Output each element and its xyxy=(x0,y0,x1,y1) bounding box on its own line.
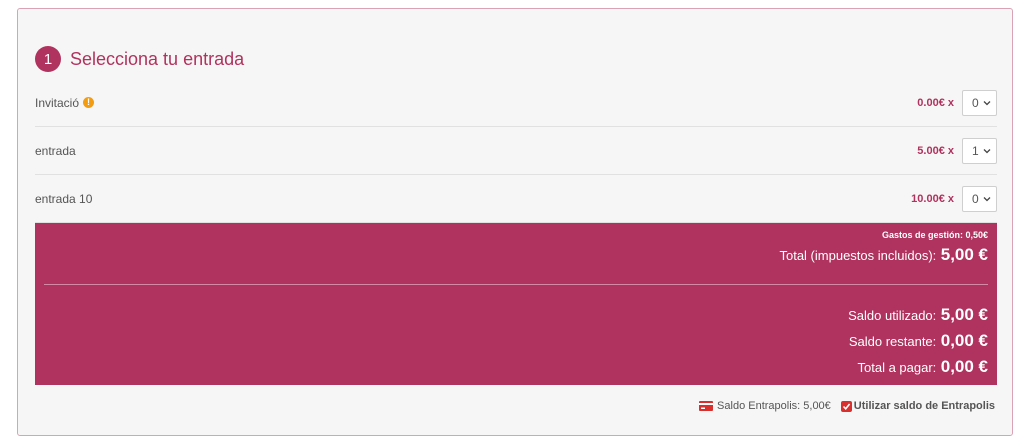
step-header: 1 Selecciona tu entrada xyxy=(35,46,244,72)
ticket-row: entrada 5.00€ x 1 xyxy=(35,127,997,175)
step-title: Selecciona tu entrada xyxy=(70,48,245,69)
ticket-name: Invitació ! xyxy=(35,95,95,110)
to-pay-value: 0,00 € xyxy=(940,357,988,376)
ticket-price: 0.00€ x xyxy=(917,96,954,109)
ticket-name: entrada 10 xyxy=(35,192,92,206)
quantity-value: 0 xyxy=(972,191,979,206)
info-icon[interactable]: ! xyxy=(83,97,95,108)
to-pay-label: Total a pagar: xyxy=(857,360,937,375)
balance-used-value: 5,00 € xyxy=(940,305,988,324)
use-balance-label[interactable]: Utilizar saldo de Entrapolis xyxy=(854,400,995,412)
chevron-down-icon xyxy=(983,100,991,105)
ticket-row: entrada 10 10.00€ x 0 xyxy=(35,175,997,223)
chevron-down-icon xyxy=(983,196,991,201)
chevron-down-icon xyxy=(983,148,991,153)
to-pay-line: Total a pagar: 0,00 € xyxy=(858,357,989,377)
credit-card-icon xyxy=(699,401,714,411)
management-fees: Gastos de gestión: 0,50€ xyxy=(881,230,988,240)
total-value: 5,00 € xyxy=(940,245,988,264)
entrapolis-balance: Saldo Entrapolis: 5,00€ xyxy=(717,400,831,412)
balance-remaining-value: 0,00 € xyxy=(940,331,988,350)
ticket-name-label: entrada xyxy=(35,143,76,158)
quantity-value: 1 xyxy=(972,143,979,158)
checkmark-icon xyxy=(842,402,851,410)
ticket-row: Invitació ! 0.00€ x 0 xyxy=(35,79,997,127)
quantity-select[interactable]: 0 xyxy=(962,89,997,116)
quantity-select[interactable]: 1 xyxy=(962,137,997,164)
balance-remaining-label: Saldo restante: xyxy=(848,334,937,349)
total-label: Total (impuestos incluidos): xyxy=(779,248,937,263)
ticket-price: 10.00€ x xyxy=(911,192,954,205)
balance-footer: Saldo Entrapolis: 5,00€ Utilizar saldo d… xyxy=(699,400,995,412)
ticket-name-label: entrada 10 xyxy=(35,191,93,206)
total-line: Total (impuestos incluidos): 5,00 € xyxy=(779,245,988,265)
balance-used-label: Saldo utilizado: xyxy=(848,308,937,323)
use-balance-checkbox[interactable] xyxy=(840,400,852,412)
divider xyxy=(44,284,988,285)
ticket-name-label: Invitació xyxy=(35,95,80,110)
balance-used-line: Saldo utilizado: 5,00 € xyxy=(848,305,988,325)
ticket-price: 5.00€ x xyxy=(917,144,954,157)
balance-remaining-line: Saldo restante: 0,00 € xyxy=(849,331,988,351)
order-summary: Gastos de gestión: 0,50€ Total (impuesto… xyxy=(35,223,997,385)
quantity-select[interactable]: 0 xyxy=(962,185,997,212)
ticket-selection-card: 1 Selecciona tu entrada Invitació ! 0.00… xyxy=(17,8,1013,436)
quantity-value: 0 xyxy=(972,95,979,110)
ticket-name: entrada xyxy=(35,144,76,158)
step-number-badge: 1 xyxy=(35,46,61,72)
